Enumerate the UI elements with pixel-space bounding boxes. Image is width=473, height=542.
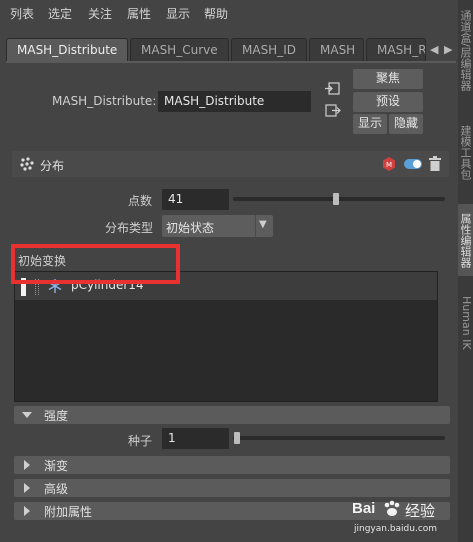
baidu-watermark: Bai 经验 jingyan.baidu.com [352,500,452,540]
ramp-section-header[interactable]: 渐变 [14,456,450,474]
seed-slider[interactable] [233,436,445,440]
tab-mash-r[interactable]: MASH_R [366,38,426,62]
mash-node-icon: M [383,157,395,171]
strength-section-title: 强度 [44,409,69,423]
enable-toggle[interactable] [404,159,422,169]
seed-label: 种子 [128,434,153,448]
expanded-triangle-icon [22,412,32,418]
collapsed-triangle-icon [24,483,30,493]
distribution-type-label: 分布类型 [105,221,154,235]
node-name-label: MASH_Distribute: [52,94,157,108]
strength-section-header[interactable]: 强度 [14,406,450,424]
distribution-type-dropdown[interactable]: 初始状态 ▼ [162,215,273,237]
tab-scroll-left-icon[interactable]: ◀ [430,43,438,56]
chevron-down-icon: ▼ [259,219,267,230]
tab-mash-curve[interactable]: MASH_Curve [130,38,229,62]
points-field[interactable]: 41 [162,189,229,210]
menu-display[interactable]: 显示 [166,5,190,22]
distribute-header: 分布 M [12,151,449,177]
hide-button[interactable]: 隐藏 [389,114,423,134]
collapsed-triangle-icon [24,460,30,470]
points-slider[interactable] [233,197,445,201]
distribution-type-value: 初始状态 [166,221,215,235]
ramp-section-title: 渐变 [44,459,69,473]
watermark-brand: Bai [352,500,376,517]
right-tab-strip: 通道盒/层编辑器 建模工具包 属性编辑器 Human IK [458,0,473,542]
focus-input-icon[interactable] [325,82,341,96]
menu-focus[interactable]: 关注 [88,5,112,22]
tab-channel-box[interactable]: 通道盒/层编辑器 [458,0,473,100]
focus-button[interactable]: 聚焦 [353,69,423,89]
collapsed-triangle-icon [24,506,30,516]
menu-select[interactable]: 选定 [48,5,72,22]
distribute-title: 分布 [40,159,65,173]
menu-attributes[interactable]: 属性 [127,5,151,22]
trash-icon[interactable] [429,156,441,171]
points-slider-handle[interactable] [332,193,339,205]
tab-mash-id[interactable]: MASH_ID [231,38,307,62]
svg-text:M: M [386,161,392,169]
tab-scroll-right-icon[interactable]: ▶ [444,43,452,56]
tab-attribute-editor[interactable]: 属性编辑器 [458,204,473,276]
advanced-section-header[interactable]: 高级 [14,479,450,497]
tab-mash-distribute[interactable]: MASH_Distribute [6,38,128,62]
seed-field[interactable]: 1 [162,428,229,449]
seed-slider-handle[interactable] [234,432,240,444]
initial-transform-list[interactable]: pCylinder14 [14,271,438,402]
menu-list[interactable]: 列表 [10,5,34,22]
show-button[interactable]: 显示 [353,114,387,134]
points-label: 点数 [128,194,153,208]
menu-help[interactable]: 帮助 [204,5,228,22]
highlight-box [11,244,180,284]
distribute-icon [20,157,34,171]
watermark-brand2: 经验 [405,502,436,520]
extra-attributes-section-title: 附加属性 [44,505,93,519]
tab-human-ik[interactable]: Human IK [458,288,473,358]
paw-icon [384,500,400,516]
tab-modeling-toolkit[interactable]: 建模工具包 [458,112,473,192]
node-tabs: MASH_Distribute MASH_Curve MASH_ID MASH … [6,38,456,62]
node-name-field[interactable]: MASH_Distribute [158,91,311,112]
focus-output-icon[interactable] [325,104,341,118]
tab-underline [6,61,456,63]
preset-button[interactable]: 预设 [353,92,423,112]
advanced-section-title: 高级 [44,482,69,496]
tab-mash[interactable]: MASH [309,38,364,62]
menu-bar: 列表 选定 关注 属性 显示 帮助 [0,0,456,24]
watermark-url: jingyan.baidu.com [354,524,438,534]
